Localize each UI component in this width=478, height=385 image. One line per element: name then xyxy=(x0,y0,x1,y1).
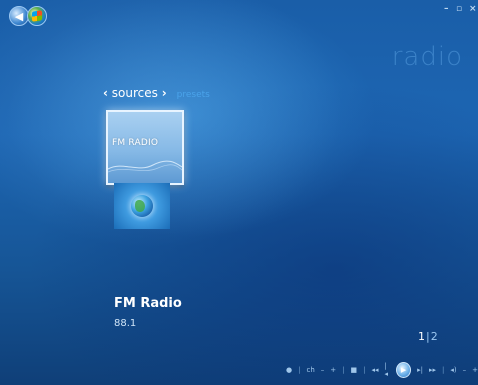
restore-button[interactable]: ▫ xyxy=(456,4,462,14)
play-icon: ▶ xyxy=(400,366,407,374)
volume-down-button[interactable]: – xyxy=(463,366,467,374)
tab-sources-label: sources xyxy=(111,86,158,100)
tab-sources[interactable]: ‹ sources › xyxy=(103,86,167,100)
tile-label: FM RADIO xyxy=(112,138,159,148)
chevron-left-icon: ‹ xyxy=(103,86,108,100)
rewind-button[interactable]: ◂◂ xyxy=(371,366,378,374)
internet-radio-tile[interactable] xyxy=(114,183,170,229)
start-button[interactable] xyxy=(27,6,47,26)
media-center-screen: ◀ – ▫ × radio ‹ sources › presets FM RAD… xyxy=(0,0,478,385)
next-page[interactable]: 2 xyxy=(431,330,438,343)
selected-item-frequency: 88.1 xyxy=(114,318,137,329)
fast-forward-button[interactable]: ▸▸ xyxy=(429,366,436,374)
back-button[interactable]: ◀ xyxy=(9,6,29,26)
play-button[interactable]: ▶ xyxy=(396,362,412,378)
stop-button[interactable]: ■ xyxy=(351,366,358,374)
back-arrow-icon: ◀ xyxy=(14,9,24,23)
divider: | xyxy=(363,366,366,374)
fm-radio-tile[interactable]: FM RADIO xyxy=(106,110,184,185)
volume-up-button[interactable]: + xyxy=(472,366,478,374)
divider: | xyxy=(442,366,445,374)
close-button[interactable]: × xyxy=(469,4,477,14)
selected-item-name: FM Radio xyxy=(114,296,182,311)
page-title: radio xyxy=(391,42,463,72)
channel-up-button[interactable]: + xyxy=(330,366,336,374)
current-page: 1 xyxy=(418,330,425,343)
skip-forward-button[interactable]: ▸| xyxy=(417,366,423,374)
transport-controls: ● | ch – + | ■ | ◂◂ |◂ ▶ ▸| ▸▸ | ◂) – + xyxy=(286,362,478,378)
globe-icon xyxy=(131,195,153,217)
channel-label: ch xyxy=(306,366,315,374)
windows-media-center-logo-icon xyxy=(32,10,42,22)
skip-back-button[interactable]: |◂ xyxy=(385,362,391,378)
page-indicator: 1|2 xyxy=(418,330,438,343)
radio-wave-icon xyxy=(108,160,182,173)
mute-button[interactable]: ◂) xyxy=(450,366,456,374)
minimize-button[interactable]: – xyxy=(444,4,449,14)
page-separator: | xyxy=(426,330,430,343)
chevron-right-icon: › xyxy=(161,86,167,100)
record-button[interactable]: ● xyxy=(286,366,292,374)
tab-strip: ‹ sources › presets xyxy=(103,86,210,100)
divider: | xyxy=(342,366,345,374)
channel-down-button[interactable]: – xyxy=(321,366,325,374)
tab-presets[interactable]: presets xyxy=(177,90,210,100)
divider: | xyxy=(298,366,301,374)
